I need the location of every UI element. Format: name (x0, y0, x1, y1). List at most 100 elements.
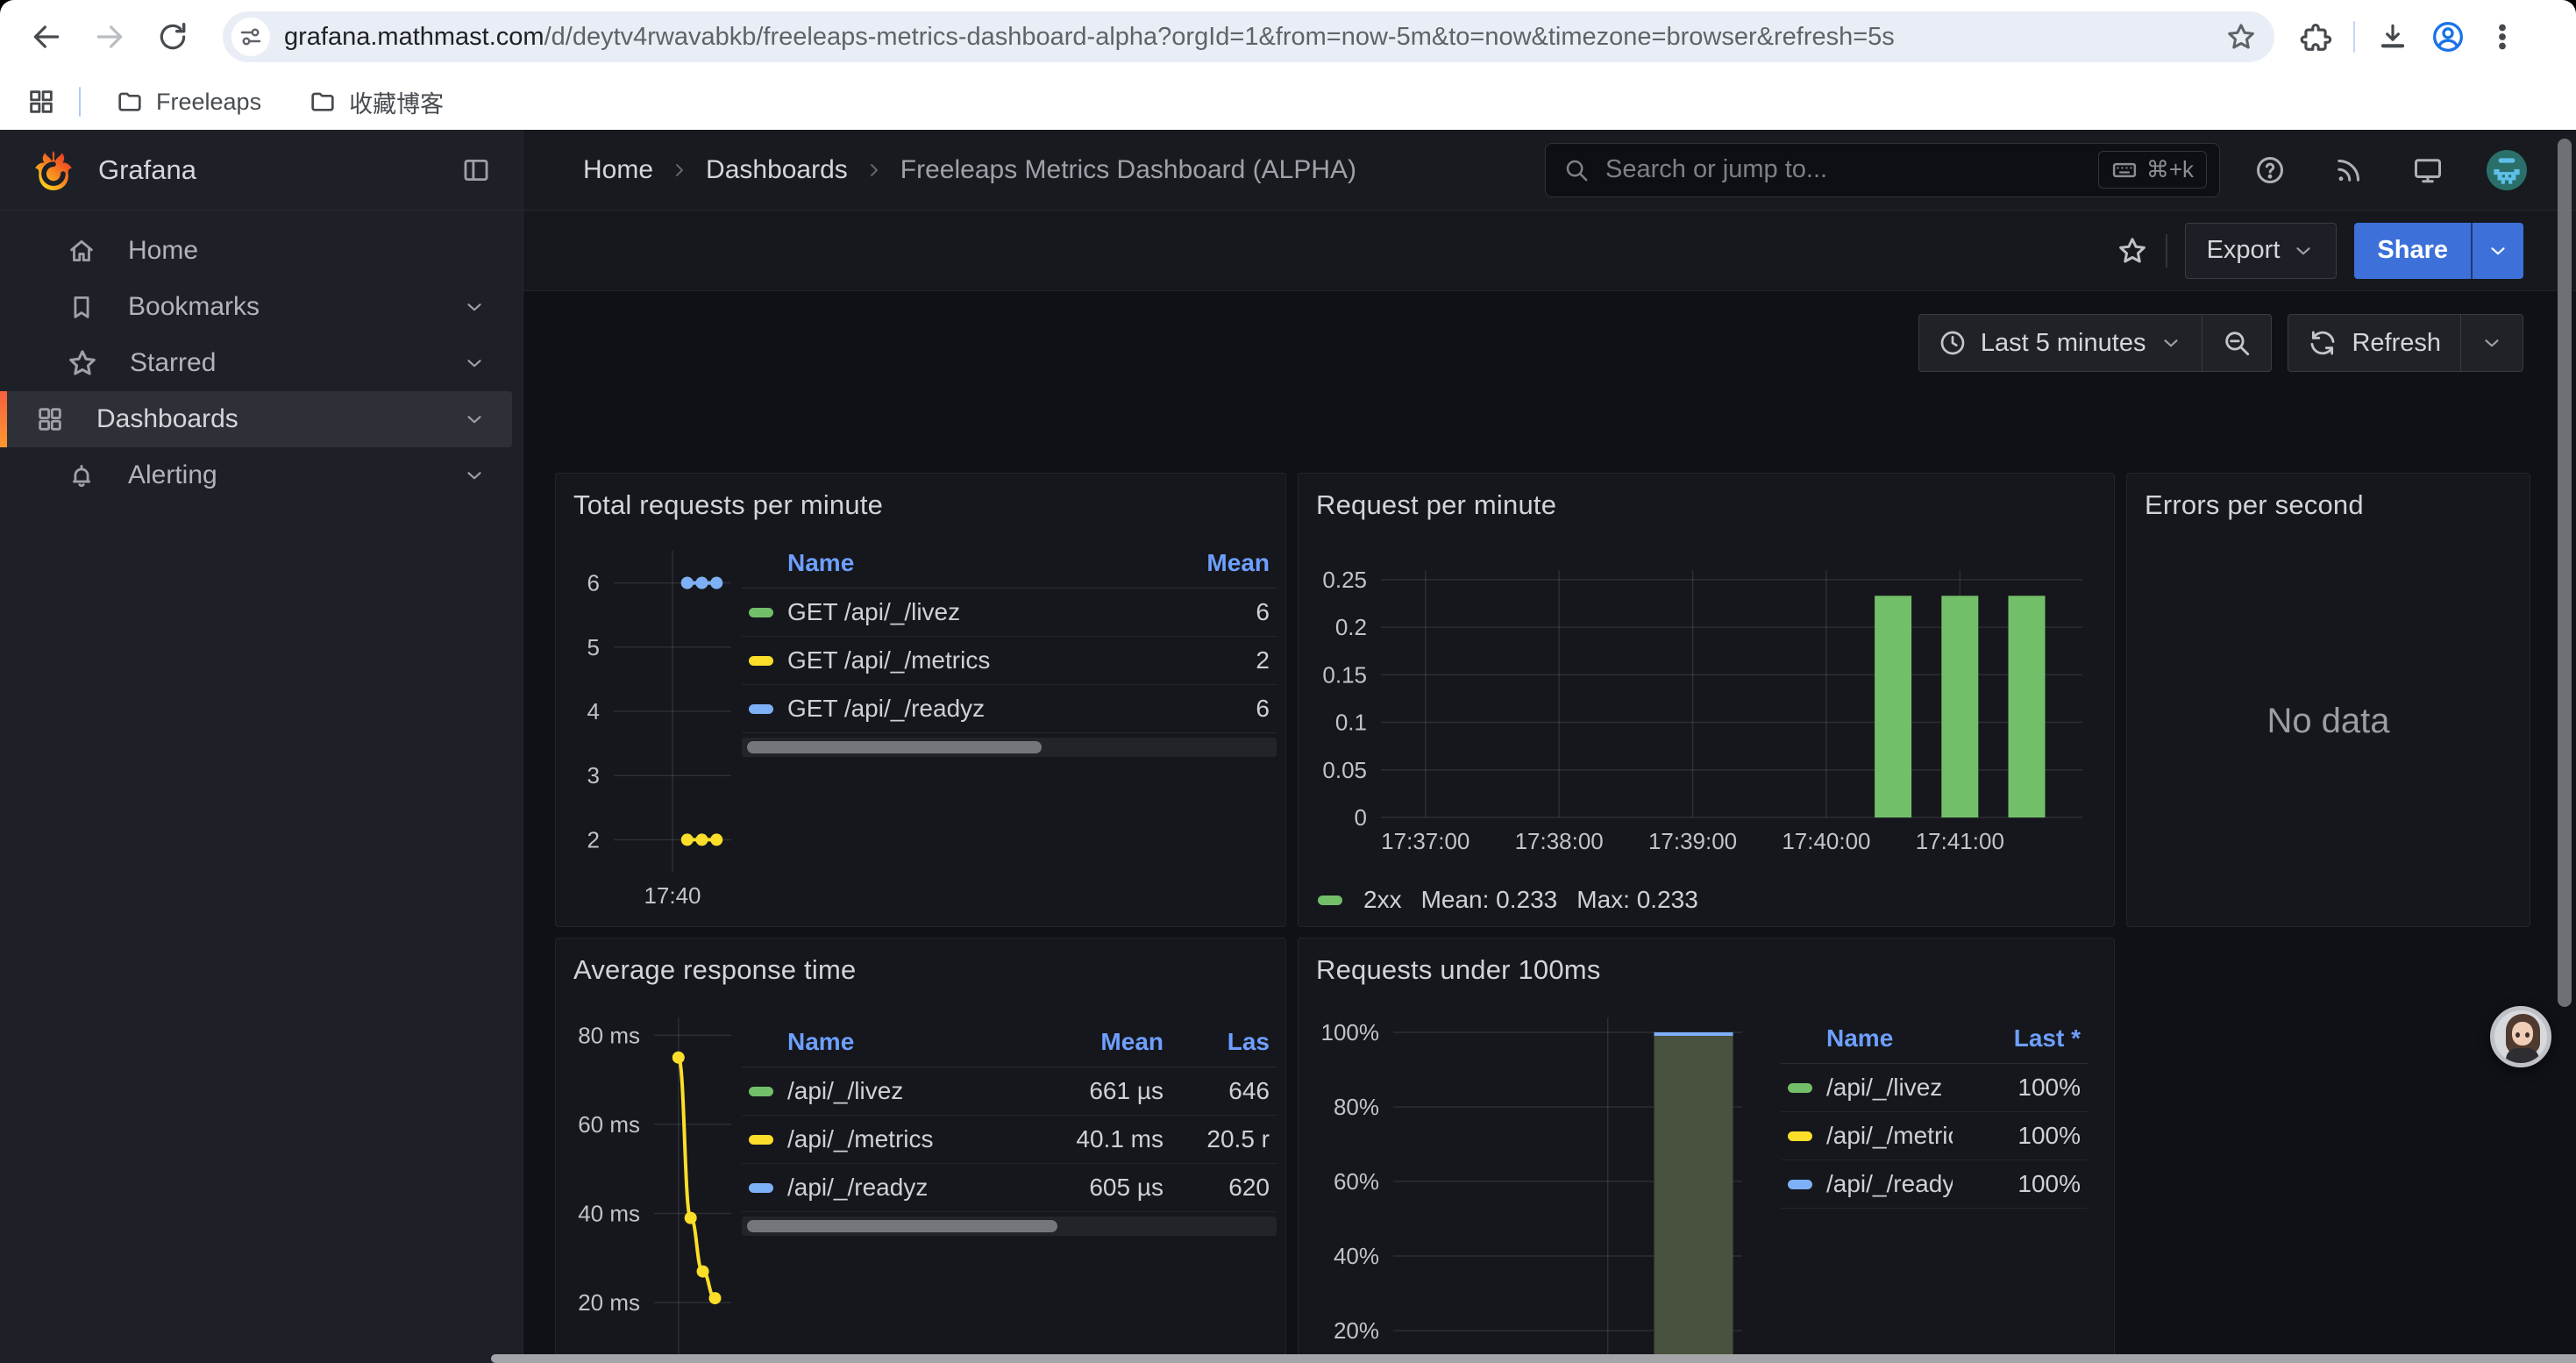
apps-icon (35, 404, 65, 434)
address-bar[interactable]: grafana.mathmast.com/d/deytv4rwavabkb/fr… (223, 11, 2274, 62)
extensions-icon[interactable] (2299, 20, 2332, 54)
export-button[interactable]: Export (2185, 223, 2338, 279)
svg-text:17:40:00: 17:40:00 (1782, 828, 1870, 854)
share-menu-button[interactable] (2471, 223, 2523, 279)
refresh-interval-button[interactable] (2460, 315, 2523, 371)
panel-title[interactable]: Requests under 100ms (1299, 938, 2114, 986)
zoom-out-button[interactable] (2202, 315, 2271, 371)
apps-grid-icon[interactable] (26, 87, 56, 117)
bookmarks-bar: Freeleaps 收藏博客 (0, 74, 2576, 130)
svg-text:80%: 80% (1334, 1094, 1379, 1120)
series-swatch (749, 1087, 773, 1096)
legend-header-mean[interactable]: Mean (1182, 549, 1270, 577)
series-value: 6 (1182, 695, 1270, 723)
share-label[interactable]: Share (2354, 223, 2471, 279)
bookmark-label: Freeleaps (156, 89, 261, 116)
series-value: 2 (1182, 646, 1270, 674)
svg-text:60%: 60% (1334, 1168, 1379, 1195)
site-settings-icon[interactable] (231, 18, 270, 56)
series-swatch (1788, 1131, 1812, 1141)
svg-text:6: 6 (587, 570, 600, 596)
legend-header-name[interactable]: Name (1826, 1024, 1953, 1053)
svg-text:0.15: 0.15 (1322, 661, 1367, 688)
bookmark-folder-freeleaps[interactable]: Freeleaps (103, 82, 274, 121)
chevron-down-icon[interactable] (463, 408, 486, 431)
legend-row[interactable]: /api/_/readyz100% (1781, 1160, 2088, 1209)
sidebar-item-home[interactable]: Home (0, 223, 512, 279)
legend-header-mean[interactable]: Mean (1023, 1028, 1163, 1056)
sidebar-item-alerting[interactable]: Alerting (0, 447, 512, 503)
time-controls: Last 5 minutes Refresh (523, 303, 2576, 382)
chevron-down-icon[interactable] (463, 296, 486, 318)
panel-title[interactable]: Errors per second (2127, 474, 2530, 521)
sidebar-collapse-icon[interactable] (461, 155, 491, 185)
bookmark-folder-blogs[interactable]: 收藏博客 (296, 80, 456, 125)
legend-header-name[interactable]: Name (787, 1028, 1009, 1056)
user-avatar[interactable] (2478, 141, 2536, 199)
vertical-scrollbar[interactable] (2558, 139, 2572, 1007)
downloads-icon[interactable] (2376, 20, 2409, 54)
sidebar-item-starred[interactable]: Starred (0, 335, 512, 391)
legend-row[interactable]: /api/_/metrics40.1 ms20.5 r (742, 1116, 1277, 1164)
legend-scrollbar[interactable] (742, 1217, 1277, 1236)
legend-inline[interactable]: 2xx Mean: 0.233 Max: 0.233 (1318, 886, 1698, 914)
screen: grafana.mathmast.com/d/deytv4rwavabkb/fr… (0, 0, 2576, 1363)
series-value: 100% (1967, 1170, 2081, 1198)
svg-text:3: 3 (587, 762, 600, 789)
legend-header-name[interactable]: Name (787, 549, 1168, 577)
legend-row[interactable]: GET /api/_/metrics2 (742, 637, 1277, 685)
request-per-minute-chart[interactable]: 0.250.20.150.10.05017:37:0017:38:0017:39… (1313, 530, 2100, 867)
url-text[interactable]: grafana.mathmast.com/d/deytv4rwavabkb/fr… (284, 23, 2211, 52)
reload-button[interactable] (146, 10, 200, 64)
toolbar-divider (2166, 234, 2167, 268)
kiosk-button[interactable] (2399, 141, 2457, 199)
legend-row[interactable]: GET /api/_/readyz6 (742, 685, 1277, 733)
series-name: /api/_/metrics (787, 1125, 1009, 1153)
chevron-down-icon[interactable] (463, 352, 486, 375)
search-box[interactable]: ⌘+k (1545, 143, 2220, 197)
browser-menu-icon[interactable] (2487, 21, 2518, 53)
legend-row[interactable]: /api/_/readyz605 µs620 (742, 1164, 1277, 1212)
panel-title[interactable]: Request per minute (1299, 474, 2114, 521)
sidebar-item-label: Bookmarks (128, 292, 431, 322)
legend-row[interactable]: /api/_/metrics100% (1781, 1112, 2088, 1160)
horizontal-scrollbar[interactable] (491, 1354, 2576, 1363)
forward-icon[interactable] (82, 10, 137, 64)
grafana-logo[interactable] (32, 148, 75, 192)
svg-text:0.1: 0.1 (1335, 710, 1367, 736)
news-button[interactable] (2320, 141, 2378, 199)
legend-scrollbar[interactable] (742, 738, 1277, 757)
breadcrumb-home[interactable]: Home (583, 155, 653, 185)
keyboard-icon (2111, 157, 2138, 183)
browser-toolbar: grafana.mathmast.com/d/deytv4rwavabkb/fr… (0, 0, 2576, 74)
breadcrumb-dashboards[interactable]: Dashboards (706, 155, 848, 185)
star-dashboard-icon[interactable] (2117, 235, 2148, 267)
assistant-avatar[interactable] (2490, 1006, 2551, 1067)
panel-average-response-time: Average response time 80 ms60 ms40 ms20 … (555, 938, 1286, 1363)
svg-text:0.05: 0.05 (1322, 757, 1367, 783)
legend-row[interactable]: /api/_/livez661 µs646 (742, 1067, 1277, 1116)
bookmark-icon (67, 292, 96, 322)
panel-title[interactable]: Total requests per minute (556, 474, 1285, 521)
back-icon[interactable] (19, 10, 74, 64)
legend-header-las[interactable]: Las (1178, 1028, 1270, 1056)
search-input[interactable] (1604, 154, 2084, 185)
sidebar-item-dashboards[interactable]: Dashboards (0, 391, 512, 447)
series-swatch (749, 608, 773, 617)
panel-title[interactable]: Average response time (556, 938, 1285, 986)
bookmark-star-icon[interactable] (2225, 21, 2257, 53)
series-name: 2xx (1363, 886, 1402, 914)
series-value: 646 (1178, 1077, 1270, 1105)
folder-icon (116, 88, 144, 116)
chevron-down-icon[interactable] (463, 464, 486, 487)
legend-row[interactable]: GET /api/_/livez6 (742, 589, 1277, 637)
share-button[interactable]: Share (2354, 223, 2523, 279)
profile-icon[interactable] (2430, 19, 2466, 54)
help-button[interactable] (2241, 141, 2299, 199)
legend-header-last[interactable]: Last * (1967, 1024, 2081, 1053)
time-range-picker[interactable]: Last 5 minutes (1919, 315, 2202, 371)
sidebar-item-bookmarks[interactable]: Bookmarks (0, 279, 512, 335)
refresh-button[interactable]: Refresh (2288, 315, 2460, 371)
star-icon (67, 347, 98, 379)
legend-row[interactable]: /api/_/livez100% (1781, 1064, 2088, 1112)
